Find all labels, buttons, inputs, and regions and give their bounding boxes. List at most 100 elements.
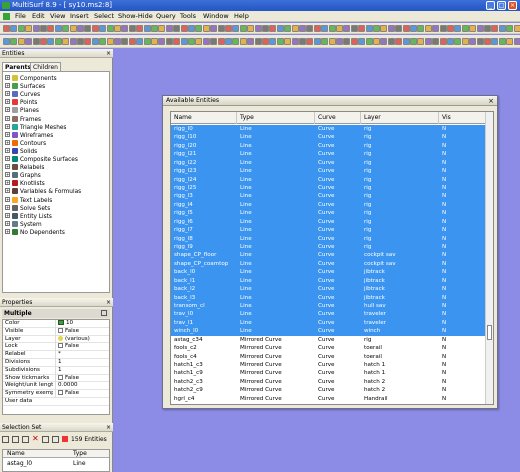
- toolbar-icon[interactable]: [210, 38, 218, 45]
- toolbar-icon[interactable]: [121, 38, 129, 45]
- menu-view[interactable]: View: [50, 11, 65, 22]
- toolbar-icon[interactable]: [151, 38, 158, 45]
- toolbar-icon[interactable]: [188, 38, 195, 45]
- toolbar-icon[interactable]: [62, 25, 70, 32]
- toolbar-icon[interactable]: [284, 25, 292, 32]
- toolbar-icon[interactable]: [484, 25, 491, 32]
- expand-icon[interactable]: +: [5, 212, 10, 218]
- tree-item[interactable]: + Text Labels: [5, 196, 52, 205]
- table-row[interactable]: rigg_l0 Line Curve rig N: [171, 125, 487, 134]
- toolbar-icon[interactable]: [254, 25, 262, 32]
- toolbar-icon[interactable]: [336, 25, 343, 32]
- tree-item[interactable]: + Components: [5, 75, 57, 83]
- toolbar-icon[interactable]: [387, 25, 395, 32]
- property-row[interactable]: Show tickmarks False: [3, 374, 109, 383]
- minimize-button[interactable]: _: [486, 1, 495, 10]
- toolbar-icon[interactable]: [180, 25, 188, 32]
- toolbar-icon[interactable]: [136, 25, 144, 32]
- toolbar-icon[interactable]: [454, 38, 462, 45]
- toolbar-icon[interactable]: [491, 25, 499, 32]
- toolbar-icon[interactable]: [128, 25, 136, 32]
- toolbar-icon[interactable]: [173, 25, 181, 32]
- toolbar-icon[interactable]: [143, 25, 151, 32]
- toolbar-icon[interactable]: [417, 25, 425, 32]
- expand-icon[interactable]: +: [5, 123, 10, 129]
- table-row[interactable]: rigg_l3 Line Curve rig N: [171, 192, 487, 201]
- tree-item[interactable]: + Solve Sets: [5, 204, 50, 213]
- maximize-button[interactable]: □: [497, 1, 506, 10]
- toolbar-icon[interactable]: [313, 25, 321, 32]
- expand-icon[interactable]: +: [5, 83, 10, 89]
- checkbox[interactable]: [58, 374, 63, 380]
- toolbar-icon[interactable]: [506, 38, 514, 45]
- toolbar-icon[interactable]: [343, 38, 351, 45]
- toolbar-icon[interactable]: [195, 25, 203, 32]
- toolbar-icon[interactable]: [202, 25, 210, 32]
- table-row[interactable]: rigg_l24 Line Curve rig N: [171, 175, 487, 184]
- toolbar-icon[interactable]: [225, 38, 232, 45]
- property-value-cell[interactable]: False: [55, 327, 109, 336]
- toolbar-icon[interactable]: [25, 25, 33, 32]
- toolbar-icon[interactable]: [239, 25, 247, 32]
- property-row[interactable]: Lock False: [3, 343, 109, 352]
- toolbar-icon[interactable]: [447, 25, 454, 32]
- toolbar-icon[interactable]: [380, 25, 388, 32]
- toolbar-icon[interactable]: [225, 25, 232, 32]
- toolbar-icon[interactable]: [269, 38, 277, 45]
- toolbar-icon[interactable]: [232, 38, 240, 45]
- table-row[interactable]: rigg_l21 Line Curve rig N: [171, 150, 487, 159]
- toolbar-icon[interactable]: [299, 38, 306, 45]
- toolbar-icon[interactable]: [284, 38, 292, 45]
- toolbar-icon[interactable]: [69, 38, 77, 45]
- table-row[interactable]: trav_l0 Line Curve traveler N: [171, 310, 487, 319]
- delete-icon[interactable]: ✕: [32, 435, 39, 443]
- toolbar-icon[interactable]: [210, 25, 218, 32]
- property-value-cell[interactable]: False: [55, 374, 109, 383]
- column-type-header[interactable]: Type: [237, 112, 315, 124]
- document-icon[interactable]: [3, 13, 10, 20]
- toolbar-icon[interactable]: [99, 38, 107, 45]
- toolbar-icon[interactable]: [114, 38, 121, 45]
- column-name-header[interactable]: Name: [171, 112, 237, 124]
- property-value-cell[interactable]: 1: [55, 359, 109, 367]
- toolbar-icon[interactable]: [365, 25, 373, 32]
- arrow-icon[interactable]: [22, 436, 29, 443]
- close-button[interactable]: ×: [508, 1, 517, 10]
- checkbox[interactable]: [58, 327, 63, 333]
- expand-icon[interactable]: +: [5, 196, 10, 202]
- menu-tools[interactable]: Tools: [180, 11, 196, 22]
- tree-item[interactable]: + Contours: [5, 139, 46, 148]
- expand-icon[interactable]: +: [5, 75, 10, 80]
- tree-item[interactable]: + Surfaces: [5, 83, 45, 91]
- table-row[interactable]: rigg_l10 Line Curve rig N: [171, 133, 487, 142]
- property-row[interactable]: Weight/unit length 0.0000: [3, 382, 109, 391]
- toolbar-icon[interactable]: [328, 25, 336, 32]
- toolbar-icon[interactable]: [291, 25, 299, 32]
- menu-help[interactable]: Help: [234, 11, 249, 22]
- expand-icon[interactable]: +: [5, 115, 10, 121]
- property-row[interactable]: Layer (various): [3, 335, 109, 344]
- property-row[interactable]: Visible False: [3, 327, 109, 336]
- table-row[interactable]: astag_l0 Line: [3, 460, 109, 468]
- toolbar-icon[interactable]: [77, 25, 84, 32]
- toolbar-icon[interactable]: [513, 38, 520, 45]
- toolbar-icon[interactable]: [136, 38, 144, 45]
- table-row[interactable]: back_l0 Line Curve jibtrack N: [171, 268, 487, 277]
- expand-icon[interactable]: +: [5, 156, 10, 161]
- table-row[interactable]: rigg_l5 Line Curve rig N: [171, 209, 487, 218]
- toolbar-icon[interactable]: [417, 38, 425, 45]
- toolbar-icon[interactable]: [247, 25, 255, 32]
- table-row[interactable]: rigg_l23 Line Curve rig N: [171, 167, 487, 176]
- toolbar-icon[interactable]: [121, 25, 129, 32]
- toolbar-icon[interactable]: [217, 25, 225, 32]
- toolbar-icon[interactable]: [143, 38, 151, 45]
- toolbar-icon[interactable]: [3, 25, 10, 32]
- tree-item[interactable]: + System: [5, 220, 42, 229]
- toolbar-icon[interactable]: [202, 38, 210, 45]
- table-row[interactable]: rigg_l20 Line Curve rig N: [171, 141, 487, 151]
- expand-icon[interactable]: +: [5, 180, 10, 186]
- toolbar-icon[interactable]: [358, 25, 366, 32]
- property-row[interactable]: Relabel *: [3, 351, 109, 359]
- select-all-icon[interactable]: [2, 436, 9, 443]
- tree-item[interactable]: + Variables & Formulas: [5, 188, 81, 196]
